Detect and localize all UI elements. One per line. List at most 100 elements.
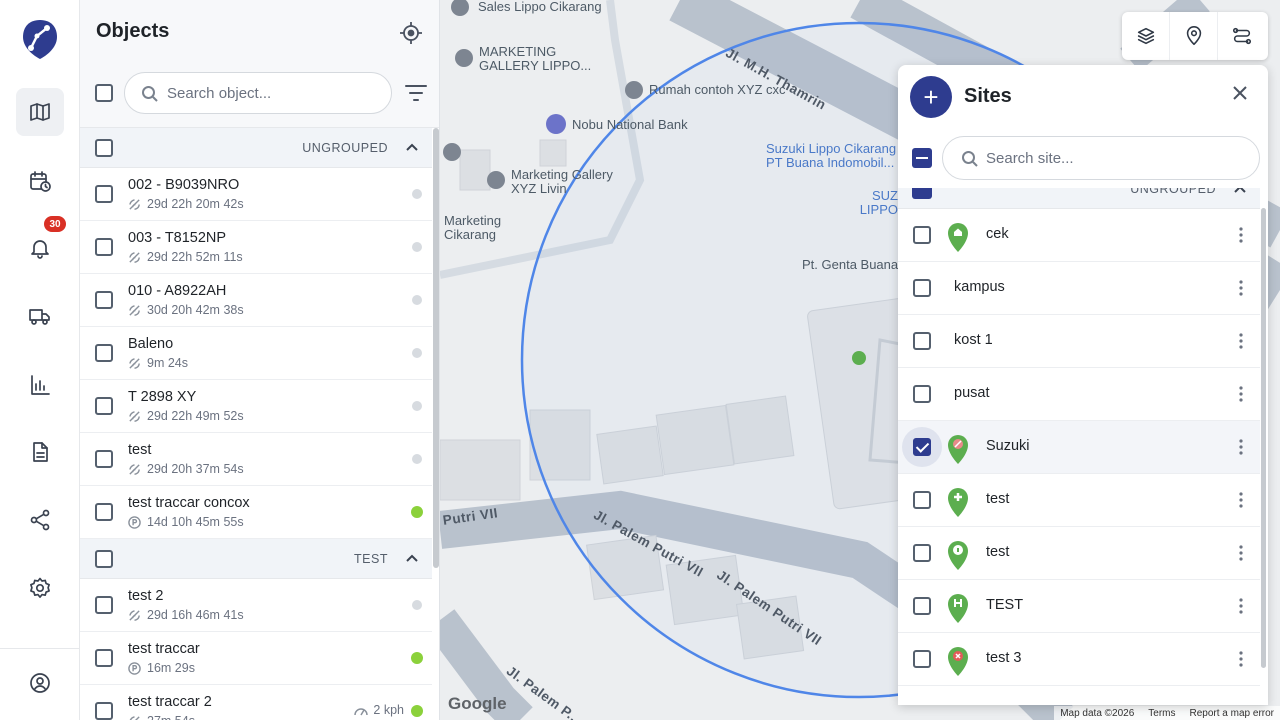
report-map-error-link[interactable]: Report a map error [1190, 708, 1274, 719]
object-checkbox[interactable] [95, 397, 113, 415]
object-last-update: 29d 22h 52m 11s [128, 250, 243, 264]
object-row[interactable]: test traccar concox 14d 10h 45m 55s [80, 486, 432, 539]
chevron-up-icon[interactable] [404, 140, 420, 156]
object-row[interactable]: test 29d 20h 37m 54s [80, 433, 432, 486]
object-row[interactable]: test 2 29d 16h 46m 41s [80, 579, 432, 632]
group-checkbox[interactable] [95, 139, 113, 157]
object-checkbox[interactable] [95, 450, 113, 468]
site-list-scrollbar[interactable] [1260, 188, 1268, 705]
chevron-up-icon[interactable] [1232, 188, 1248, 198]
object-row[interactable]: T 2898 XY 29d 22h 49m 52s [80, 380, 432, 433]
map-label[interactable]: MARKETING GALLERY LIPPO... [479, 45, 609, 73]
group-checkbox[interactable] [912, 188, 932, 199]
scrollbar-thumb[interactable] [1261, 208, 1266, 668]
add-site-button[interactable]: + [910, 76, 952, 118]
site-row[interactable]: pusat [898, 368, 1260, 421]
more-vertical-icon[interactable] [1238, 491, 1244, 509]
nav-documents[interactable] [16, 428, 64, 476]
site-checkbox[interactable] [913, 544, 931, 562]
object-list-scrollbar[interactable] [432, 128, 439, 720]
select-all-sites-checkbox[interactable] [912, 148, 932, 168]
nav-share[interactable] [16, 496, 64, 544]
object-row[interactable]: Baleno 9m 24s [80, 327, 432, 380]
nav-map[interactable] [16, 88, 64, 136]
site-checkbox[interactable] [913, 279, 931, 297]
object-last-update: 29d 16h 46m 41s [128, 608, 244, 622]
nav-account[interactable] [16, 659, 64, 707]
more-vertical-icon[interactable] [1238, 332, 1244, 350]
site-checkbox[interactable] [913, 385, 931, 403]
object-group-header[interactable]: UNGROUPED [80, 128, 432, 168]
object-checkbox[interactable] [95, 503, 113, 521]
site-row[interactable]: Suzuki [898, 421, 1260, 474]
site-row[interactable]: cek [898, 209, 1260, 262]
app-logo[interactable] [21, 18, 59, 60]
route-button[interactable] [1218, 12, 1266, 60]
object-row[interactable]: test traccar 16m 29s [80, 632, 432, 685]
object-search-input[interactable]: Search object... [124, 72, 392, 114]
more-vertical-icon[interactable] [1238, 650, 1244, 668]
object-checkbox[interactable] [95, 344, 113, 362]
object-checkbox[interactable] [95, 702, 113, 720]
group-checkbox[interactable] [95, 550, 113, 568]
select-all-objects-checkbox[interactable] [95, 84, 113, 102]
site-search-input[interactable]: Search site... [942, 136, 1260, 180]
scrollbar-thumb[interactable] [433, 128, 439, 568]
site-row[interactable]: TEST [898, 580, 1260, 633]
more-vertical-icon[interactable] [1238, 544, 1244, 562]
object-duration: 27m 54s [147, 714, 195, 720]
map-label[interactable]: Nobu National Bank [572, 118, 688, 132]
map-label[interactable]: Suzuki Lippo Cikarang PT Buana Indomobil… [766, 142, 896, 170]
object-row[interactable]: 003 - T8152NP 29d 22h 52m 11s [80, 221, 432, 274]
site-row[interactable]: kost 1 [898, 315, 1260, 368]
object-row[interactable]: 002 - B9039NRO 29d 22h 20m 42s [80, 168, 432, 221]
site-checkbox[interactable] [913, 332, 931, 350]
google-logo[interactable]: Google [448, 694, 507, 714]
nav-reports[interactable] [16, 361, 64, 409]
map-label[interactable]: Pt. Genta Buana [802, 258, 898, 272]
more-vertical-icon[interactable] [1238, 438, 1244, 456]
object-duration: 29d 22h 20m 42s [147, 197, 244, 211]
more-vertical-icon[interactable] [1238, 226, 1244, 244]
close-icon[interactable] [1230, 83, 1250, 103]
site-row[interactable]: test [898, 527, 1260, 580]
nav-settings[interactable] [16, 564, 64, 612]
site-checkbox[interactable] [913, 491, 931, 509]
filter-icon[interactable] [404, 82, 428, 104]
site-checkbox[interactable] [913, 438, 931, 456]
map-layers-button[interactable] [1122, 12, 1170, 60]
locate-icon[interactable] [398, 20, 424, 46]
map-label[interactable]: Marketing Gallery XYZ Livin [511, 168, 613, 196]
map-label[interactable]: SUZ LIPPO [858, 189, 898, 217]
site-checkbox[interactable] [913, 650, 931, 668]
nav-schedule[interactable] [16, 157, 64, 205]
object-checkbox[interactable] [95, 185, 113, 203]
chevron-up-icon[interactable] [404, 551, 420, 567]
object-checkbox[interactable] [95, 291, 113, 309]
site-checkbox[interactable] [913, 226, 931, 244]
site-checkbox[interactable] [913, 597, 931, 615]
sites-button[interactable] [1170, 12, 1218, 60]
object-checkbox[interactable] [95, 649, 113, 667]
nav-vehicles[interactable] [16, 292, 64, 340]
map-label[interactable]: Sales Lippo Cikarang [478, 0, 602, 14]
nav-notifications[interactable]: 30 [16, 216, 66, 272]
more-vertical-icon[interactable] [1238, 597, 1244, 615]
more-vertical-icon[interactable] [1238, 385, 1244, 403]
parking-icon [128, 515, 141, 529]
object-row[interactable]: 010 - A8922AH 30d 20h 42m 38s [80, 274, 432, 327]
object-group-header[interactable]: TEST [80, 539, 432, 579]
more-vertical-icon[interactable] [1238, 279, 1244, 297]
terms-link[interactable]: Terms [1148, 708, 1175, 719]
site-group-header[interactable]: UNGROUPED [898, 188, 1260, 209]
object-row[interactable]: test traccar 2 27m 54s 2 kph [80, 685, 432, 720]
object-checkbox[interactable] [95, 238, 113, 256]
app-root: 30 Objects Search object... UNGROUPED 00… [0, 0, 1280, 720]
map-label[interactable]: Marketing Cikarang [444, 214, 501, 242]
object-checkbox[interactable] [95, 596, 113, 614]
site-row[interactable]: test [898, 474, 1260, 527]
site-row[interactable]: kampus [898, 262, 1260, 315]
map-label[interactable]: Rumah contoh XYZ cxc [649, 83, 786, 97]
object-name: test traccar 2 [128, 694, 212, 710]
site-row[interactable]: test 3 [898, 633, 1260, 686]
